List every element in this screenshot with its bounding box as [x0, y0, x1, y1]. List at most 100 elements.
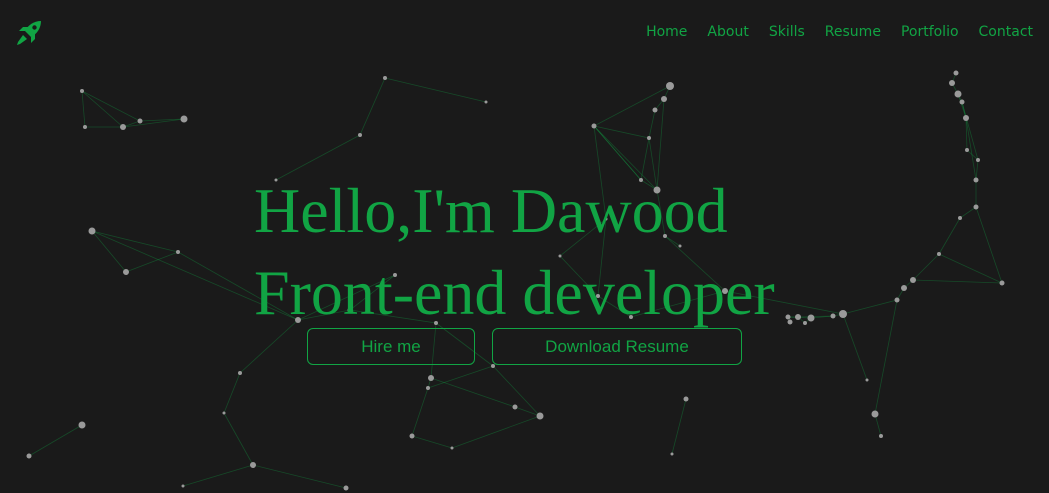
- network-node: [666, 82, 674, 90]
- network-node: [894, 297, 900, 303]
- network-link: [593, 125, 650, 139]
- network-link: [430, 377, 516, 408]
- network-node: [976, 158, 980, 162]
- network-link: [359, 77, 386, 136]
- network-node: [512, 404, 518, 410]
- network-node: [137, 118, 143, 124]
- network-node: [661, 96, 667, 102]
- network-node: [26, 453, 32, 459]
- network-node: [123, 269, 129, 275]
- network-node: [954, 90, 962, 98]
- network-node: [670, 452, 674, 456]
- network-link: [975, 159, 979, 181]
- network-node: [901, 285, 907, 291]
- network-link: [959, 206, 977, 219]
- network-node: [83, 125, 87, 129]
- network-node: [879, 434, 883, 438]
- network-node: [222, 411, 226, 415]
- network-node: [426, 386, 430, 390]
- network-link: [427, 365, 494, 389]
- network-node: [428, 375, 434, 381]
- network-node: [807, 314, 815, 322]
- nav-portfolio[interactable]: Portfolio: [901, 23, 959, 41]
- network-link: [938, 217, 961, 255]
- network-node: [958, 216, 962, 220]
- network-node: [953, 70, 959, 76]
- network-link: [384, 77, 487, 103]
- network-node: [965, 148, 969, 152]
- network-link: [671, 398, 687, 455]
- network-node: [176, 250, 180, 254]
- network-node: [973, 177, 979, 183]
- main-nav: Home About Skills Resume Portfolio Conta…: [626, 23, 1033, 41]
- rocket-icon[interactable]: [14, 18, 44, 48]
- network-link: [451, 415, 541, 449]
- network-node: [181, 484, 185, 488]
- network-link: [223, 372, 241, 414]
- network-node: [383, 76, 387, 80]
- network-link: [252, 464, 347, 489]
- network-node: [785, 314, 791, 320]
- network-link: [938, 253, 1003, 284]
- network-link: [975, 206, 1003, 284]
- network-node: [591, 123, 597, 129]
- hero-heading: Hello,I'm Dawood Front-end developer: [254, 170, 775, 334]
- network-node: [973, 204, 979, 210]
- network-node: [937, 252, 941, 256]
- download-resume-button[interactable]: Download Resume: [492, 328, 742, 365]
- network-node: [910, 277, 916, 283]
- network-node: [491, 364, 495, 368]
- network-node: [839, 310, 847, 318]
- network-node: [180, 115, 188, 123]
- network-link: [125, 251, 179, 273]
- network-link: [874, 299, 898, 415]
- network-node: [409, 433, 415, 439]
- network-node: [830, 313, 836, 319]
- network-node: [80, 89, 84, 93]
- network-node: [250, 462, 256, 468]
- network-node: [787, 319, 793, 325]
- network-node: [803, 321, 807, 325]
- network-link: [842, 313, 868, 381]
- network-node: [999, 280, 1005, 286]
- network-node: [865, 378, 869, 382]
- network-node: [683, 396, 689, 402]
- network-link: [91, 230, 127, 273]
- network-link: [91, 230, 179, 253]
- network-node: [949, 80, 955, 86]
- network-link: [411, 387, 429, 437]
- network-node: [536, 412, 544, 420]
- network-link: [223, 412, 254, 466]
- network-node: [88, 227, 96, 235]
- nav-resume[interactable]: Resume: [825, 23, 881, 41]
- portfolio-page: Home About Skills Resume Portfolio Conta…: [0, 0, 1049, 493]
- network-link: [182, 464, 254, 487]
- network-link: [411, 435, 453, 449]
- network-node: [795, 314, 801, 320]
- network-node: [871, 410, 879, 418]
- nav-about[interactable]: About: [707, 23, 748, 41]
- network-node: [343, 485, 349, 491]
- hire-me-button[interactable]: Hire me: [307, 328, 475, 365]
- network-link: [912, 279, 1003, 284]
- network-link: [81, 90, 86, 128]
- network-node: [120, 124, 126, 130]
- network-link: [912, 253, 940, 281]
- network-link: [957, 93, 967, 119]
- network-node: [959, 99, 965, 105]
- network-node: [450, 446, 454, 450]
- nav-home[interactable]: Home: [646, 23, 687, 41]
- network-link: [648, 109, 656, 139]
- network-node: [484, 100, 488, 104]
- network-node: [238, 371, 242, 375]
- hero-greeting: Hello,I'm Dawood: [254, 175, 728, 246]
- network-node: [78, 421, 86, 429]
- nav-contact[interactable]: Contact: [979, 23, 1033, 41]
- network-node: [963, 115, 969, 121]
- network-link: [842, 299, 898, 315]
- network-link: [28, 424, 83, 457]
- hero-role: Front-end developer: [254, 257, 775, 328]
- network-link: [961, 101, 979, 161]
- nav-skills[interactable]: Skills: [769, 23, 805, 41]
- network-node: [652, 107, 658, 113]
